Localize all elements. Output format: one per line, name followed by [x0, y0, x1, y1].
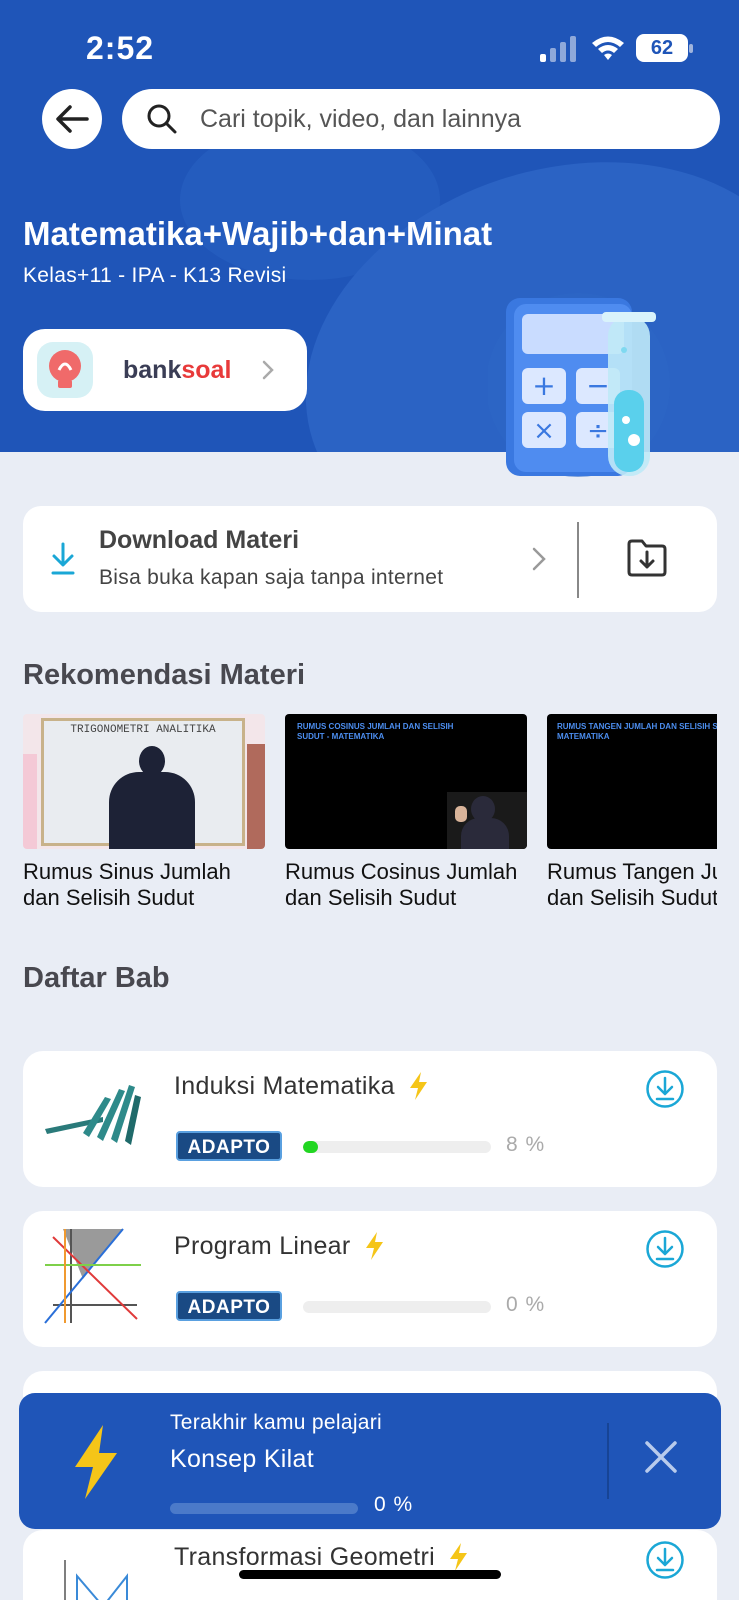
subject-subtitle: Kelas+11 - IPA - K13 Revisi [23, 264, 287, 287]
adapto-badge: ADAPTO [176, 1291, 282, 1321]
recommendation-carousel[interactable]: TRIGONOMETRI ANALITIKA Rumus Sinus Jumla… [23, 714, 717, 914]
adapto-badge: ADAPTO [176, 1131, 282, 1161]
download-subtitle: Bisa buka kapan saja tanpa internet [99, 566, 444, 589]
recommendation-title: Rumus Sinus Jumlah dan Selisih Sudut [23, 859, 231, 910]
chapter-progress-bar [303, 1141, 491, 1153]
lightning-icon [75, 1425, 117, 1499]
status-bar: 2:52 62 [0, 0, 739, 90]
download-circle-icon[interactable] [645, 1229, 685, 1269]
video-thumbnail: TRIGONOMETRI ANALITIKA [23, 714, 265, 849]
svg-text:+: + [532, 369, 555, 402]
arrow-left-icon [56, 105, 89, 133]
lightning-icon [365, 1232, 383, 1260]
download-title: Download Materi [99, 526, 300, 554]
download-materi-card[interactable]: Download Materi Bisa buka kapan saja tan… [23, 506, 717, 612]
cellular-signal-icon [540, 36, 576, 62]
board-text: RUMUS TANGEN JUMLAH DAN SELISIH SUDUT - … [557, 722, 717, 741]
close-icon[interactable] [643, 1439, 679, 1475]
board-text: RUMUS COSINUS JUMLAH DAN SELISIH SUDUT -… [297, 722, 454, 741]
chapter-card[interactable]: Program Linear ADAPTO 0 % [23, 1211, 717, 1347]
chapter-progress-bar [303, 1301, 491, 1313]
lightning-icon [409, 1072, 427, 1100]
subject-title: Matematika+Wajib+dan+Minat [23, 215, 493, 252]
recommendation-card[interactable]: RUMUS COSINUS JUMLAH DAN SELISIH SUDUT -… [285, 714, 527, 911]
last-learned-progress-bar [170, 1503, 358, 1514]
chevron-right-icon [263, 360, 275, 380]
svg-text:÷: ÷ [587, 416, 609, 446]
banksoal-logo-icon [37, 342, 93, 398]
chapter-card[interactable]: Transformasi Geometri [23, 1530, 717, 1600]
board-text: TRIGONOMETRI ANALITIKA [70, 724, 216, 736]
download-circle-icon[interactable] [645, 1069, 685, 1109]
search-icon [147, 104, 177, 134]
chevron-right-icon [532, 547, 546, 571]
chapter-thumbnail [64, 1560, 128, 1600]
chapter-thumbnail [44, 1228, 141, 1324]
chapter-card[interactable]: Induksi Matematika ADAPTO 8 % [23, 1051, 717, 1187]
battery-tip [689, 44, 693, 53]
back-button[interactable] [42, 89, 102, 149]
last-learned-title: Konsep Kilat [170, 1445, 314, 1473]
recommendation-title: Rumus Cosinus Jumlah dan Selisih Sudut [285, 859, 518, 910]
divider [607, 1423, 609, 1499]
recommendation-card[interactable]: TRIGONOMETRI ANALITIKA Rumus Sinus Jumla… [23, 714, 265, 911]
video-thumbnail: RUMUS COSINUS JUMLAH DAN SELISIH SUDUT -… [285, 714, 527, 849]
download-circle-icon[interactable] [645, 1540, 685, 1580]
section-title-rekomendasi: Rekomendasi Materi [23, 659, 306, 691]
download-icon [51, 542, 75, 575]
recommendation-title: Rumus Tangen Jumlah dan Selisih Sudut [547, 859, 717, 910]
wifi-icon [592, 36, 624, 60]
banksoal-label: banksoal [123, 355, 232, 384]
svg-text:−: − [586, 369, 609, 402]
chapter-thumbnail [45, 1085, 141, 1145]
search-input[interactable]: Cari topik, video, dan lainnya [122, 89, 720, 149]
chapter-title: Induksi Matematika [174, 1071, 429, 1101]
last-learned-progress-label: 0 % [374, 1493, 414, 1516]
recommendation-card[interactable]: RUMUS TANGEN JUMLAH DAN SELISIH SUDUT - … [547, 714, 717, 911]
chapter-title: Program Linear [174, 1231, 385, 1261]
last-learned-label: Terakhir kamu pelajari [170, 1411, 383, 1434]
section-title-daftar-bab: Daftar Bab [23, 962, 170, 994]
banksoal-button[interactable]: banksoal [23, 329, 307, 411]
folder-download-icon[interactable] [626, 538, 668, 578]
svg-text:×: × [533, 416, 555, 446]
battery-indicator: 62 [636, 34, 688, 62]
lightning-icon [450, 1543, 467, 1571]
status-time: 2:52 [86, 30, 155, 66]
chapter-progress-label: 0 % [506, 1293, 546, 1316]
last-learned-banner[interactable]: Terakhir kamu pelajari Konsep Kilat 0 % [19, 1393, 721, 1529]
home-indicator [239, 1570, 501, 1579]
chapter-title: Transformasi Geometri [174, 1542, 469, 1572]
calculator-flask-illustration: + − × ÷ [488, 293, 670, 477]
divider [577, 522, 579, 598]
search-placeholder: Cari topik, video, dan lainnya [200, 104, 522, 133]
chapter-progress-fill [303, 1141, 319, 1153]
video-thumbnail: RUMUS TANGEN JUMLAH DAN SELISIH SUDUT - … [547, 714, 717, 849]
chapter-progress-label: 8 % [506, 1133, 546, 1156]
